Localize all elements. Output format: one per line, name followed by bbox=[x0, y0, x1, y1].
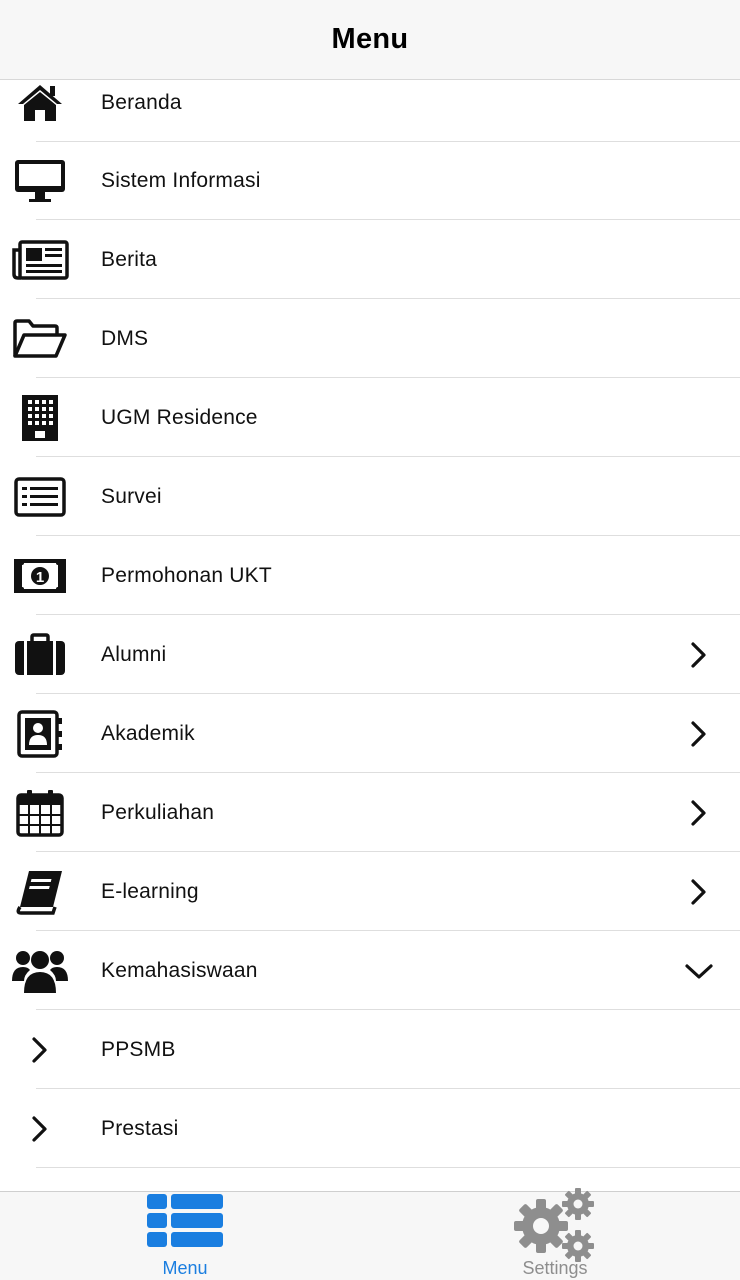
menu-item-alumni[interactable]: Alumni bbox=[0, 615, 740, 694]
menu-item-label: Sistem Informasi bbox=[101, 168, 261, 192]
tab-menu[interactable]: Menu bbox=[0, 1192, 370, 1280]
tab-label: Menu bbox=[162, 1258, 208, 1278]
submenu-item-ppsmb[interactable]: PPSMB bbox=[0, 1010, 740, 1089]
chevron-right-icon[interactable] bbox=[684, 798, 714, 828]
building-icon bbox=[10, 388, 70, 448]
menu-item-permohonan-ukt[interactable]: 1 Permohonan UKT bbox=[0, 536, 740, 615]
menu-item-label: Permohonan UKT bbox=[101, 563, 272, 587]
menu-item-berita[interactable]: Berita bbox=[0, 220, 740, 299]
svg-text:1: 1 bbox=[36, 569, 44, 586]
menu-item-label: Beranda bbox=[101, 90, 182, 114]
book-icon bbox=[10, 862, 70, 922]
menu-item-akademik[interactable]: Akademik bbox=[0, 694, 740, 773]
menu-item-label: E-learning bbox=[101, 879, 199, 903]
menu-item-label: DMS bbox=[101, 326, 149, 350]
row-divider bbox=[36, 1167, 740, 1168]
menu-item-beranda[interactable]: Beranda bbox=[0, 80, 740, 142]
menu-item-label: Perkuliahan bbox=[101, 800, 215, 824]
chevron-right-icon bbox=[10, 1099, 70, 1159]
menu-item-dms[interactable]: DMS bbox=[0, 299, 740, 378]
contact-book-icon bbox=[10, 704, 70, 764]
chevron-right-icon[interactable] bbox=[684, 877, 714, 907]
home-icon bbox=[10, 80, 70, 133]
menu-item-label: PPSMB bbox=[101, 1037, 176, 1061]
submenu-item-prestasi[interactable]: Prestasi bbox=[0, 1089, 740, 1168]
menu-item-label: Prestasi bbox=[101, 1116, 179, 1140]
menu-list[interactable]: Beranda Sistem Informasi Berita DMS UGM … bbox=[0, 80, 740, 1191]
menu-item-ugm-residence[interactable]: UGM Residence bbox=[0, 378, 740, 457]
nav-bar: Menu bbox=[0, 0, 740, 80]
tab-settings[interactable]: Settings bbox=[370, 1188, 740, 1280]
briefcase-icon bbox=[10, 625, 70, 685]
chevron-right-icon[interactable] bbox=[684, 719, 714, 749]
menu-item-perkuliahan[interactable]: Perkuliahan bbox=[0, 773, 740, 852]
chevron-right-icon[interactable] bbox=[684, 640, 714, 670]
page-title: Menu bbox=[331, 23, 409, 55]
newspaper-icon bbox=[10, 230, 70, 290]
menu-item-sistem-informasi[interactable]: Sistem Informasi bbox=[0, 141, 740, 220]
list-icon bbox=[10, 467, 70, 527]
menu-item-label: Kemahasiswaan bbox=[101, 958, 258, 982]
menu-item-e-learning[interactable]: E-learning bbox=[0, 852, 740, 931]
menu-item-kemahasiswaan[interactable]: Kemahasiswaan bbox=[0, 931, 740, 1010]
menu-item-label: Alumni bbox=[101, 642, 167, 666]
users-icon bbox=[10, 941, 70, 1001]
folder-open-icon bbox=[10, 309, 70, 369]
list-menu-icon bbox=[145, 1188, 225, 1259]
money-icon: 1 bbox=[10, 546, 70, 606]
chevron-down-icon[interactable] bbox=[684, 956, 714, 986]
tab-bar: Menu Settings bbox=[0, 1188, 740, 1280]
chevron-right-icon bbox=[10, 1020, 70, 1080]
menu-item-label: Akademik bbox=[101, 721, 195, 745]
tab-label: Settings bbox=[522, 1258, 588, 1278]
gears-icon bbox=[513, 1188, 597, 1269]
calendar-icon bbox=[10, 783, 70, 843]
desktop-icon bbox=[10, 151, 70, 211]
menu-item-label: Berita bbox=[101, 247, 158, 271]
menu-item-label: UGM Residence bbox=[101, 405, 258, 429]
menu-item-survei[interactable]: Survei bbox=[0, 457, 740, 536]
menu-item-label: Survei bbox=[101, 484, 162, 508]
